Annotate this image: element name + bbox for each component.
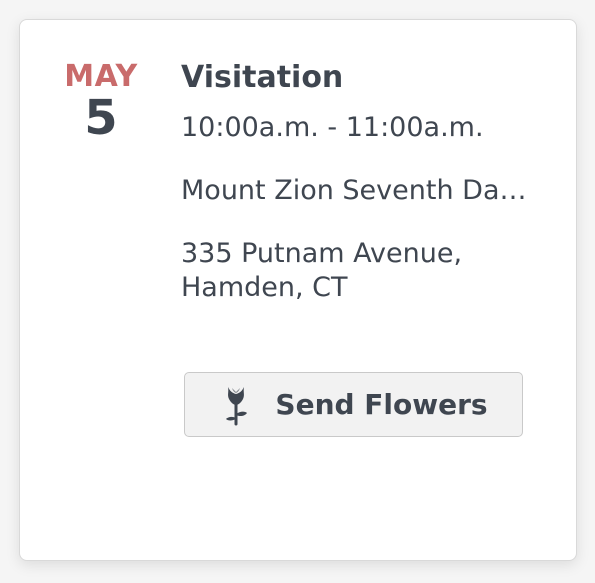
event-time: 10:00a.m. - 11:00a.m. <box>181 112 484 143</box>
send-flowers-label: Send Flowers <box>275 387 488 421</box>
event-title: Visitation <box>181 60 344 95</box>
event-day: 5 <box>84 90 118 146</box>
event-date: MAY 5 <box>58 59 144 146</box>
event-details: Visitation 10:00a.m. - 11:00a.m. Mount Z… <box>181 59 551 305</box>
event-address-line1: 335 Putnam Avenue, <box>181 238 463 269</box>
send-flowers-button[interactable]: Send Flowers <box>184 372 523 437</box>
event-venue: Mount Zion Seventh Day Adventist Church <box>181 175 541 206</box>
event-address: 335 Putnam Avenue, Hamden, CT <box>181 237 551 305</box>
event-card: MAY 5 Visitation 10:00a.m. - 11:00a.m. M… <box>19 19 577 561</box>
rose-icon <box>226 386 248 425</box>
event-month: MAY <box>64 59 138 94</box>
event-address-line2: Hamden, CT <box>181 272 348 303</box>
